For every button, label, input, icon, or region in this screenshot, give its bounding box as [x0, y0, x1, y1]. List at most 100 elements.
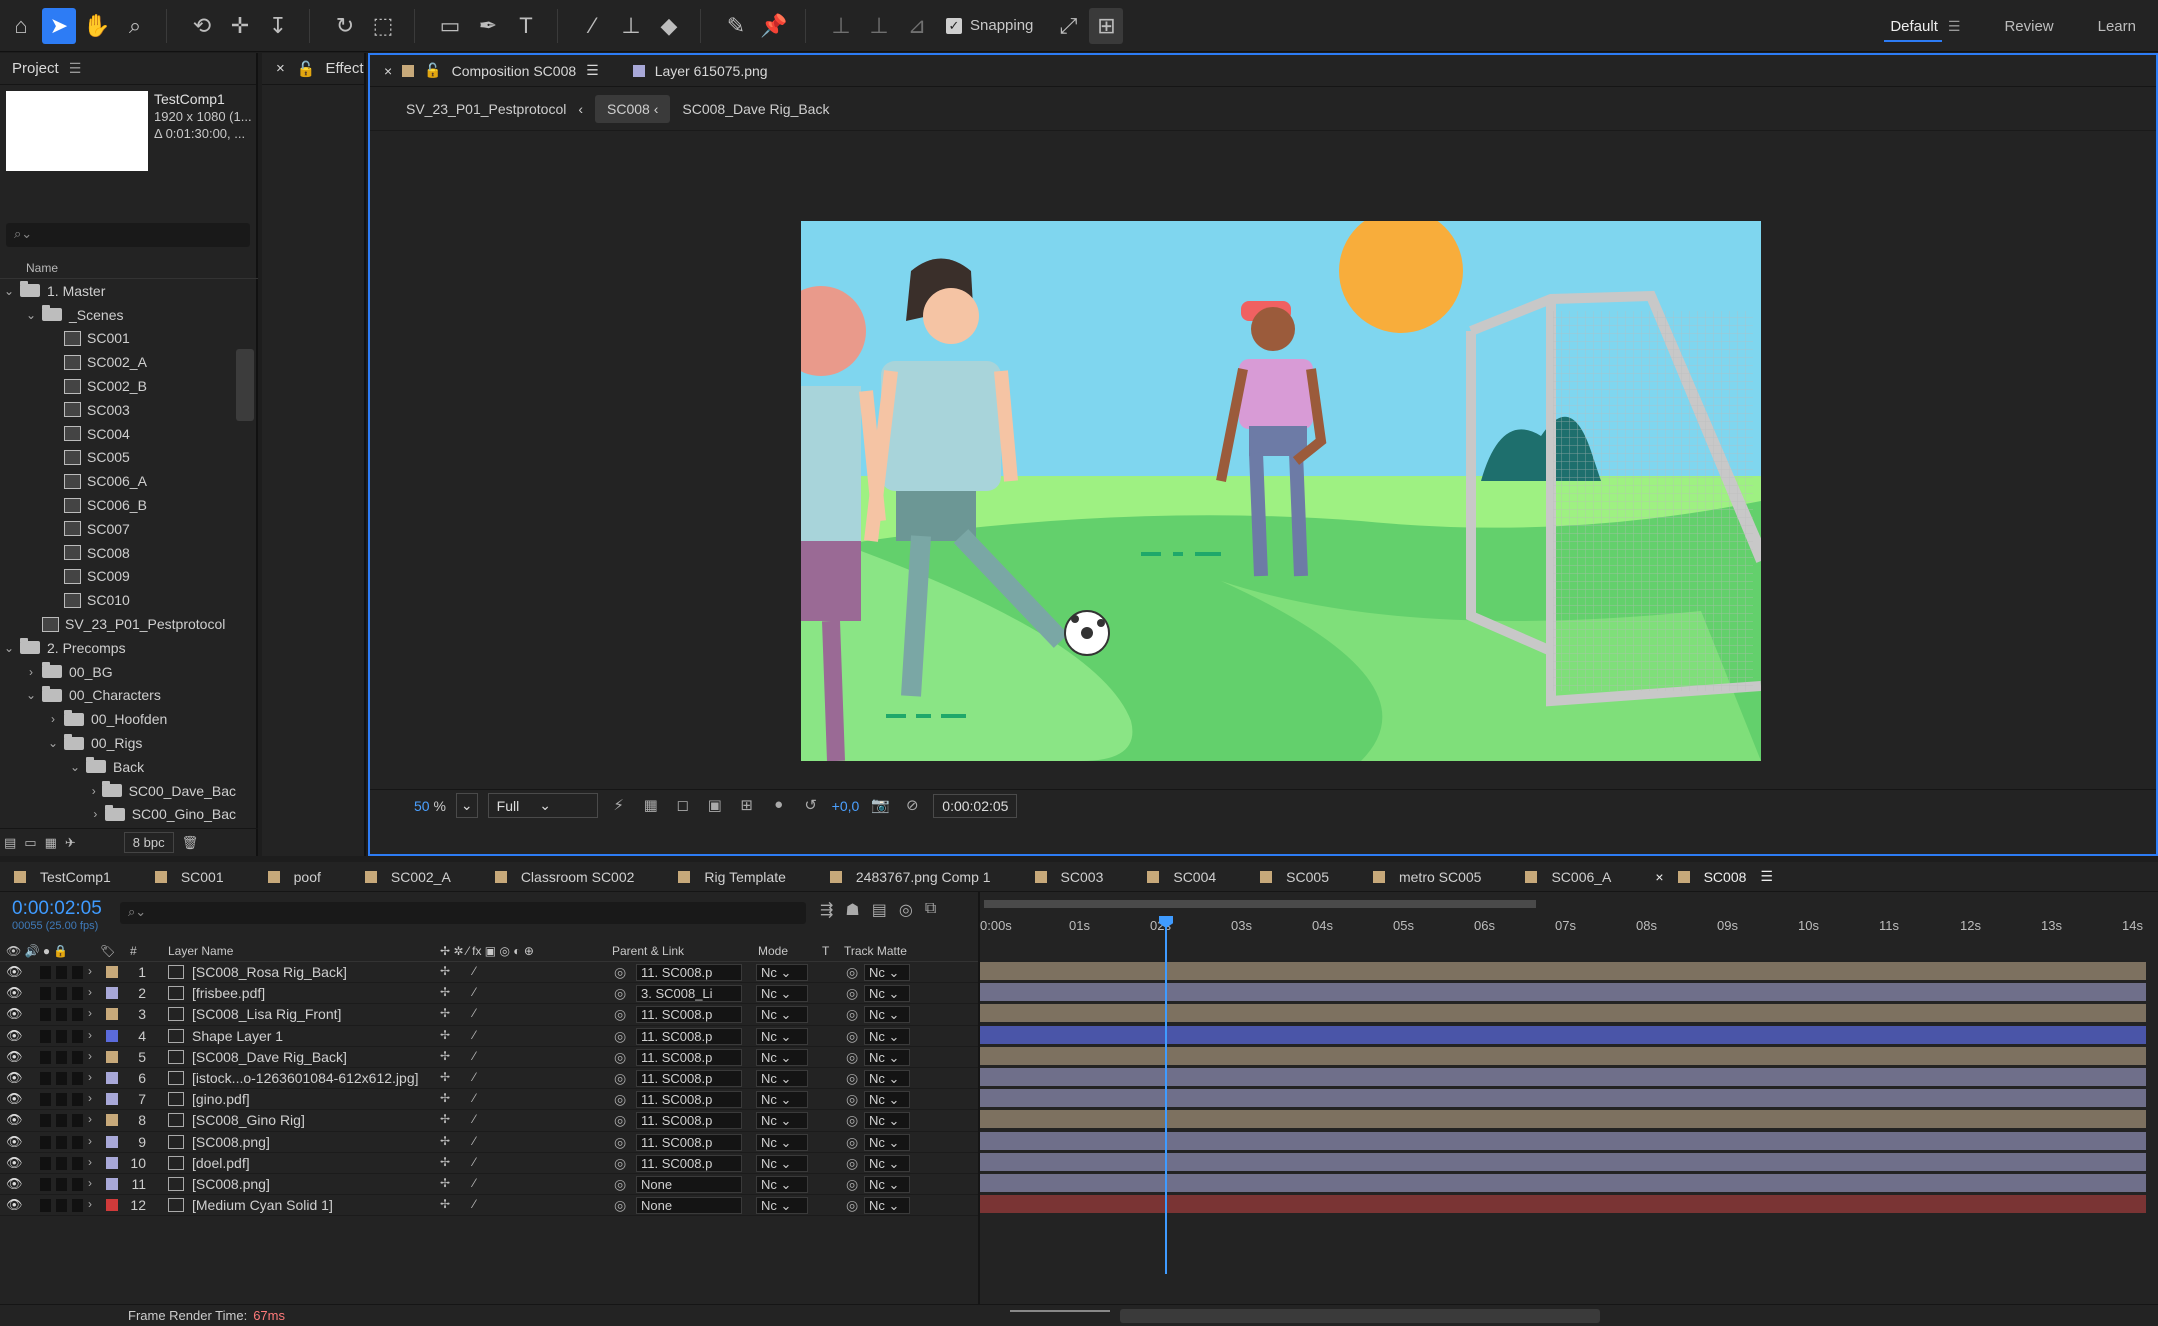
parent-dropdown[interactable]: 3. SC008_Li: [636, 985, 742, 1003]
render-queue-icon[interactable]: ✈: [65, 835, 76, 851]
lock-toggle[interactable]: [72, 987, 83, 1001]
parent-dropdown[interactable]: 11. SC008.p: [636, 1048, 742, 1066]
mode-dropdown[interactable]: Nc ⌄: [756, 1091, 808, 1109]
chevron-down-icon[interactable]: ⌄: [24, 308, 38, 322]
frame-blending-icon[interactable]: ▤: [872, 900, 887, 920]
solo-toggle[interactable]: [56, 1135, 67, 1149]
layer-duration-bar[interactable]: [980, 1089, 2146, 1108]
project-item[interactable]: SC006_A: [0, 469, 236, 493]
label-color-swatch[interactable]: [106, 987, 118, 1000]
pick-whip-icon[interactable]: ◎: [614, 1006, 626, 1023]
mode-dropdown[interactable]: Nc ⌄: [756, 964, 808, 981]
chevron-right-icon[interactable]: ›: [88, 1028, 92, 1042]
selection-tool-icon[interactable]: ➤: [42, 7, 76, 44]
playhead[interactable]: [1165, 918, 1167, 1274]
timeline-tab[interactable]: poof: [254, 869, 351, 885]
visibility-eye-icon[interactable]: 👁: [6, 1049, 23, 1065]
crumb-root[interactable]: SV_23_P01_Pestprotocol: [406, 101, 566, 117]
project-item[interactable]: ⌄ 00_Characters: [0, 684, 236, 708]
layer-row[interactable]: 👁 › 9 [SC008.png] ✢ ⁄ ◎ 11. SC008.p Nc ⌄ ◎ Nc ⌄: [0, 1132, 980, 1153]
close-icon[interactable]: ×: [384, 63, 392, 79]
chevron-right-icon[interactable]: ›: [24, 665, 38, 679]
chevron-right-icon[interactable]: ›: [88, 1070, 92, 1084]
parent-dropdown[interactable]: None: [636, 1197, 742, 1215]
project-item[interactable]: SC009: [0, 565, 236, 589]
layer-duration-bar[interactable]: [980, 1004, 2146, 1023]
audio-toggle[interactable]: [40, 966, 51, 979]
layer-name[interactable]: [SC008_Rosa Rig_Back]: [192, 964, 432, 980]
project-item[interactable]: SV_23_P01_Pestprotocol: [0, 612, 236, 636]
audio-toggle[interactable]: [40, 1071, 51, 1085]
label-color-swatch[interactable]: [106, 1135, 118, 1148]
workspace-default[interactable]: Default ☰: [1868, 0, 1982, 52]
layer-row[interactable]: 👁 › 3 [SC008_Lisa Rig_Front] ✢ ⁄ ◎ 11. SC008.p…: [0, 1004, 980, 1026]
workspace-learn[interactable]: Learn: [2076, 0, 2158, 52]
panel-menu-icon[interactable]: ☰: [69, 60, 82, 77]
layer-name[interactable]: [SC008_Gino Rig]: [192, 1112, 432, 1128]
layer-name-header[interactable]: Layer Name: [168, 944, 233, 958]
audio-toggle[interactable]: [40, 987, 51, 1001]
layer-switches-icon[interactable]: ✢ ⁄: [440, 1049, 485, 1063]
chevron-right-icon[interactable]: ›: [88, 1176, 92, 1190]
visibility-eye-icon[interactable]: 👁: [6, 1112, 23, 1128]
home-icon[interactable]: ⌂: [4, 8, 38, 44]
color-channels-icon[interactable]: ●: [768, 796, 790, 816]
layer-switches-icon[interactable]: ✢ ⁄: [440, 1006, 485, 1020]
visibility-eye-icon[interactable]: 👁: [6, 1006, 23, 1022]
reset-exposure-icon[interactable]: ↺: [800, 796, 822, 816]
dolly-camera-icon[interactable]: ↧: [261, 8, 295, 44]
label-color-swatch[interactable]: [106, 1156, 118, 1169]
pick-whip-icon[interactable]: ◎: [614, 1155, 626, 1172]
anchor-point-tool-icon[interactable]: ⬚: [366, 8, 400, 44]
project-item[interactable]: SC001: [0, 327, 236, 351]
hand-tool-icon[interactable]: ✋: [80, 8, 114, 44]
layer-switches-icon[interactable]: ✢ ⁄: [440, 1155, 485, 1169]
visibility-eye-icon[interactable]: 👁: [6, 1134, 23, 1150]
chevron-down-icon[interactable]: ⌄: [2, 641, 16, 655]
project-item[interactable]: SC002_B: [0, 374, 236, 398]
track-matte-dropdown[interactable]: Nc ⌄: [864, 1112, 910, 1130]
matte-pick-whip-icon[interactable]: ◎: [846, 1049, 858, 1066]
orbit-camera-icon[interactable]: ⟲: [185, 8, 219, 44]
crumb-child[interactable]: SC008_Dave Rig_Back: [682, 101, 829, 117]
layer-row[interactable]: 👁 › 10 [doel.pdf] ✢ ⁄ ◎ 11. SC008.p Nc ⌄ ◎ Nc ⌄: [0, 1153, 980, 1174]
tab-layer[interactable]: Layer 615075.png: [619, 55, 788, 87]
lock-toggle[interactable]: [72, 1135, 83, 1149]
show-snapshot-icon[interactable]: ⊘: [901, 796, 923, 816]
lock-toggle[interactable]: [72, 1029, 83, 1043]
matte-pick-whip-icon[interactable]: ◎: [846, 1070, 858, 1087]
timeline-search-input[interactable]: ⌕⌄: [120, 902, 806, 924]
effect-controls-tab[interactable]: ×🔓Effect C: [262, 53, 364, 85]
layer-switches-icon[interactable]: ✢ ⁄: [440, 1134, 485, 1148]
label-color-swatch[interactable]: [106, 1199, 118, 1212]
pick-whip-icon[interactable]: ◎: [614, 964, 626, 981]
parent-header[interactable]: Parent & Link: [612, 944, 684, 958]
interpret-footage-icon[interactable]: ▤: [4, 835, 16, 851]
track-matte-dropdown[interactable]: Nc ⌄: [864, 1069, 910, 1087]
solo-toggle[interactable]: [56, 1156, 67, 1170]
region-of-interest-icon[interactable]: ▣: [704, 796, 726, 816]
workspace-review[interactable]: Review: [1982, 0, 2075, 52]
snapping-toggle[interactable]: ✓ Snapping: [946, 17, 1033, 34]
label-color-swatch[interactable]: [106, 1093, 118, 1106]
layer-switches-icon[interactable]: ✢ ⁄: [440, 1028, 485, 1042]
lock-toggle[interactable]: [72, 1050, 83, 1064]
project-item[interactable]: SC003: [0, 398, 236, 422]
timeline-tab[interactable]: Rig Template: [664, 869, 815, 885]
axis-local-icon[interactable]: ⊥: [824, 8, 858, 44]
layer-row[interactable]: 👁 › 2 [frisbee.pdf] ✢ ⁄ ◎ 3. SC008_Li Nc ⌄ ◎ Nc ⌄: [0, 983, 980, 1005]
chevron-right-icon[interactable]: ›: [88, 1134, 92, 1148]
project-item[interactable]: ⌄ 1. Master: [0, 279, 236, 303]
layer-switches-icon[interactable]: ✢ ⁄: [440, 964, 485, 978]
solo-toggle[interactable]: [56, 1093, 67, 1107]
zoom-value[interactable]: 50 %: [414, 798, 446, 814]
project-item[interactable]: › SC00_Dave_Bac: [0, 779, 236, 803]
timeline-tab[interactable]: 2483767.png Comp 1: [816, 869, 1021, 885]
shy-layers-icon[interactable]: ☗: [845, 900, 859, 920]
solo-toggle[interactable]: [56, 1071, 67, 1085]
label-color-swatch[interactable]: [106, 1177, 118, 1190]
chevron-right-icon[interactable]: ›: [88, 964, 92, 978]
track-matte-dropdown[interactable]: Nc ⌄: [864, 985, 910, 1003]
matte-pick-whip-icon[interactable]: ◎: [846, 1028, 858, 1045]
parent-dropdown[interactable]: 11. SC008.p: [636, 1006, 742, 1024]
